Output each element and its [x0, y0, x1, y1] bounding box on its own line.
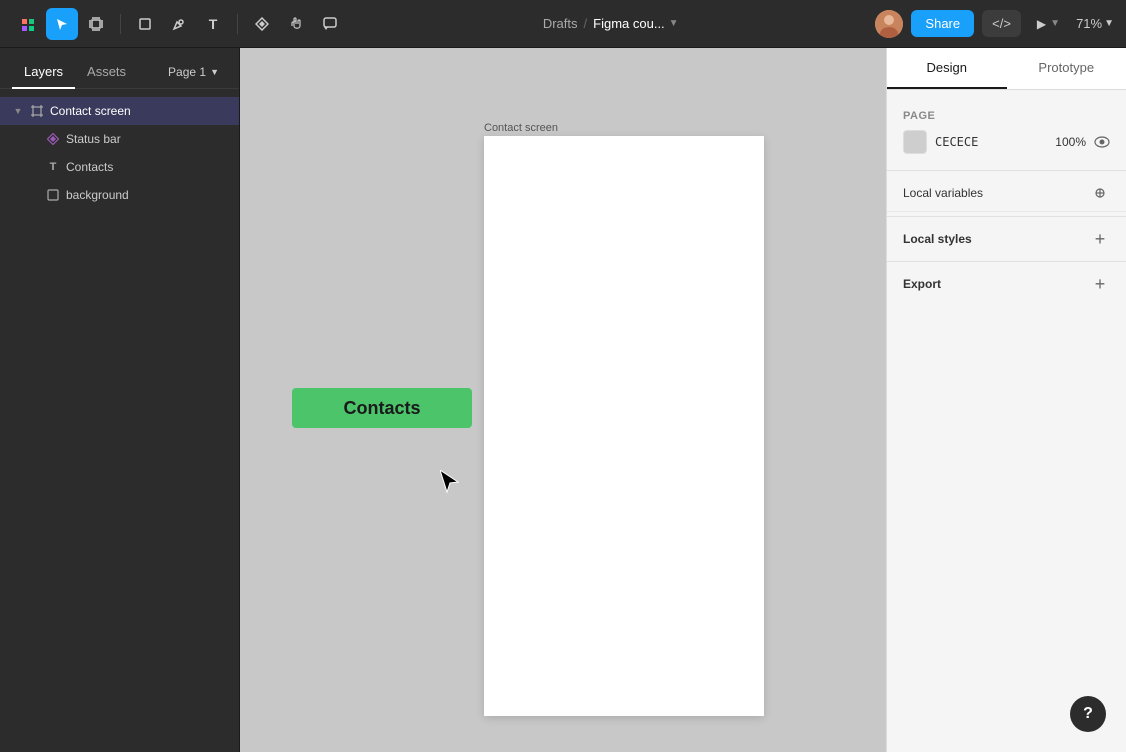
- components-button[interactable]: [246, 8, 278, 40]
- local-variables-settings-button[interactable]: [1090, 183, 1110, 203]
- layer-label: Contact screen: [50, 104, 131, 118]
- right-panel-content: Page CECECE 100% Local variables: [887, 90, 1126, 752]
- page-selector-label: Page 1: [168, 65, 206, 79]
- separator-1: [120, 14, 121, 34]
- divider-2: [887, 216, 1126, 217]
- page-color-row: CECECE 100%: [903, 130, 1110, 154]
- file-name-label: Figma cou...: [593, 16, 665, 31]
- zoom-control[interactable]: 71% ▼: [1076, 16, 1114, 31]
- text-tool-button[interactable]: T: [197, 8, 229, 40]
- page-color-swatch[interactable]: [903, 130, 927, 154]
- export-add-button[interactable]: +: [1090, 274, 1110, 294]
- page-color-value[interactable]: CECECE: [935, 135, 978, 149]
- layer-label: Contacts: [66, 160, 113, 174]
- local-variables-row[interactable]: Local variables: [887, 175, 1126, 212]
- cursor-icon: [440, 470, 460, 500]
- panel-tabs: Layers Assets Page 1 ▼: [0, 48, 239, 89]
- help-button[interactable]: ?: [1070, 696, 1106, 732]
- play-button[interactable]: ▶ ▼: [1029, 11, 1068, 37]
- layer-item-background[interactable]: ▶ background: [0, 181, 239, 209]
- shape-tool-button[interactable]: [129, 8, 161, 40]
- canvas-area[interactable]: Contact screen Contacts: [240, 48, 886, 752]
- move-tool-button[interactable]: [46, 8, 78, 40]
- layer-item-status-bar[interactable]: ▶ Status bar: [0, 125, 239, 153]
- canvas-frame-label: Contact screen: [484, 122, 558, 134]
- separator-2: [237, 14, 238, 34]
- breadcrumb: Drafts / Figma cou... ▼: [543, 16, 679, 31]
- page-section: Page CECECE 100%: [887, 102, 1126, 166]
- right-panel: Design Prototype Page CECECE 100%: [886, 48, 1126, 752]
- text-icon: T: [46, 160, 60, 174]
- frame-tool-button[interactable]: [80, 8, 112, 40]
- tab-prototype[interactable]: Prototype: [1007, 48, 1126, 89]
- layer-item-contact-screen[interactable]: ▼ Contact screen: [0, 97, 239, 125]
- layer-item-contacts[interactable]: ▶ T Contacts: [0, 153, 239, 181]
- divider-3: [887, 261, 1126, 262]
- local-styles-label: Local styles: [903, 232, 972, 246]
- layer-label: Status bar: [66, 132, 121, 146]
- toolbar: T Drafts / Figma co: [0, 0, 1126, 48]
- toolbar-center: Drafts / Figma cou... ▼: [350, 16, 871, 31]
- layers-list: ▼ Contact screen: [0, 89, 239, 752]
- comment-tool-button[interactable]: [314, 8, 346, 40]
- drafts-label[interactable]: Drafts: [543, 16, 578, 31]
- hand-tool-button[interactable]: [280, 8, 312, 40]
- local-styles-add-button[interactable]: +: [1090, 229, 1110, 249]
- page-section-label: Page: [903, 110, 1110, 122]
- tab-layers[interactable]: Layers: [12, 56, 75, 89]
- left-panel: Layers Assets Page 1 ▼ ▼: [0, 48, 240, 752]
- tool-group-left: T: [12, 8, 346, 40]
- page-opacity-value[interactable]: 100%: [1055, 135, 1086, 149]
- layer-label: background: [66, 188, 129, 202]
- toolbar-right: Share </> ▶ ▼ 71% ▼: [875, 10, 1114, 38]
- chevron-down-icon: ▼: [1104, 18, 1114, 29]
- breadcrumb-separator: /: [584, 16, 588, 31]
- code-icon: </>: [992, 16, 1011, 31]
- component-icon: [46, 132, 60, 146]
- divider-1: [887, 170, 1126, 171]
- play-icon: ▶: [1037, 17, 1046, 31]
- panel-tab-extra: Page 1 ▼: [160, 61, 227, 83]
- local-variables-label: Local variables: [903, 186, 983, 200]
- visibility-toggle[interactable]: [1094, 136, 1110, 148]
- contacts-chip[interactable]: Contacts: [292, 388, 472, 428]
- chevron-down-icon: ▼: [12, 105, 24, 117]
- right-panel-tabs: Design Prototype: [887, 48, 1126, 90]
- zoom-label: 71%: [1076, 16, 1102, 31]
- chevron-down-icon: ▼: [669, 18, 679, 29]
- chevron-down-icon: ▼: [1050, 18, 1060, 29]
- export-header: Export +: [887, 266, 1126, 302]
- share-button[interactable]: Share: [911, 10, 974, 37]
- tab-design[interactable]: Design: [887, 48, 1007, 89]
- code-button[interactable]: </>: [982, 10, 1021, 37]
- local-styles-header: Local styles +: [887, 221, 1126, 257]
- tab-assets[interactable]: Assets: [75, 56, 138, 89]
- menu-button[interactable]: [12, 8, 44, 40]
- canvas-frame[interactable]: [484, 136, 764, 716]
- main-area: Layers Assets Page 1 ▼ ▼: [0, 48, 1126, 752]
- file-name[interactable]: Figma cou... ▼: [593, 16, 678, 31]
- rect-icon: [46, 188, 60, 202]
- chevron-down-icon: ▼: [210, 67, 219, 77]
- avatar: [875, 10, 903, 38]
- frame-icon: [30, 104, 44, 118]
- contacts-chip-label: Contacts: [343, 398, 420, 419]
- page-selector[interactable]: Page 1 ▼: [160, 61, 227, 83]
- pen-tool-button[interactable]: [163, 8, 195, 40]
- export-label: Export: [903, 277, 941, 291]
